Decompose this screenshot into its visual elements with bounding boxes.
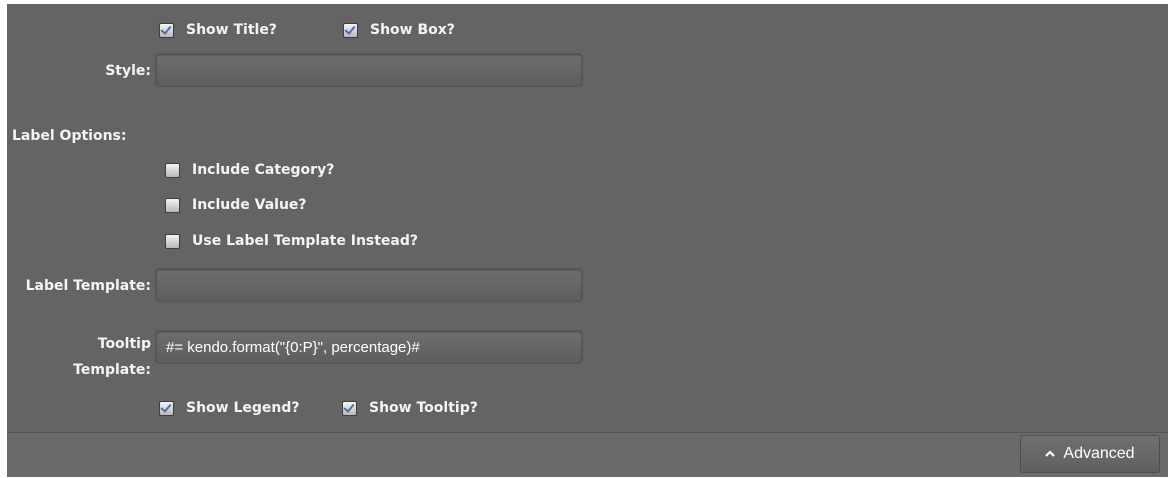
- chevron-up-icon: [1045, 450, 1056, 457]
- show-legend-label: Show Legend?: [186, 400, 300, 416]
- checkbox-checked-icon[interactable]: [342, 400, 357, 416]
- checkbox-checked-icon[interactable]: [343, 22, 358, 38]
- checkbox-unchecked-icon[interactable]: [165, 233, 180, 249]
- style-label: Style:: [105, 63, 151, 79]
- show-tooltip-label: Show Tooltip?: [369, 400, 478, 416]
- tooltip-template-input[interactable]: [155, 330, 583, 364]
- advanced-label: Advanced: [1063, 445, 1135, 462]
- chart-options-panel: Show Title? Show Box? Style: Label Optio…: [7, 4, 1168, 432]
- include-value-label: Include Value?: [192, 197, 307, 213]
- label-template-label: Label Template:: [25, 278, 151, 294]
- tooltip-template-label-line2: Template:: [73, 362, 151, 378]
- tooltip-template-label-line1: Tooltip: [97, 336, 151, 352]
- label-options-heading: Label Options:: [12, 128, 127, 144]
- show-title-label: Show Title?: [186, 22, 277, 38]
- include-category-checkbox[interactable]: Include Category?: [165, 162, 334, 178]
- show-tooltip-checkbox[interactable]: Show Tooltip?: [342, 400, 478, 416]
- style-input[interactable]: [155, 53, 583, 87]
- checkbox-unchecked-icon[interactable]: [165, 197, 180, 213]
- show-legend-checkbox[interactable]: Show Legend?: [159, 400, 300, 416]
- include-category-label: Include Category?: [192, 162, 335, 178]
- include-value-checkbox[interactable]: Include Value?: [165, 197, 307, 213]
- use-label-template-checkbox[interactable]: Use Label Template Instead?: [165, 233, 418, 249]
- show-box-checkbox[interactable]: Show Box?: [343, 22, 455, 38]
- show-title-checkbox[interactable]: Show Title?: [159, 22, 277, 38]
- label-template-input[interactable]: [155, 268, 583, 302]
- use-label-template-label: Use Label Template Instead?: [192, 233, 419, 249]
- show-box-label: Show Box?: [370, 22, 455, 38]
- checkbox-unchecked-icon[interactable]: [165, 162, 180, 178]
- advanced-toggle-button[interactable]: Advanced: [1020, 435, 1160, 473]
- panel-footer: Advanced: [7, 432, 1168, 477]
- checkbox-checked-icon[interactable]: [159, 22, 174, 38]
- checkbox-checked-icon[interactable]: [159, 400, 174, 416]
